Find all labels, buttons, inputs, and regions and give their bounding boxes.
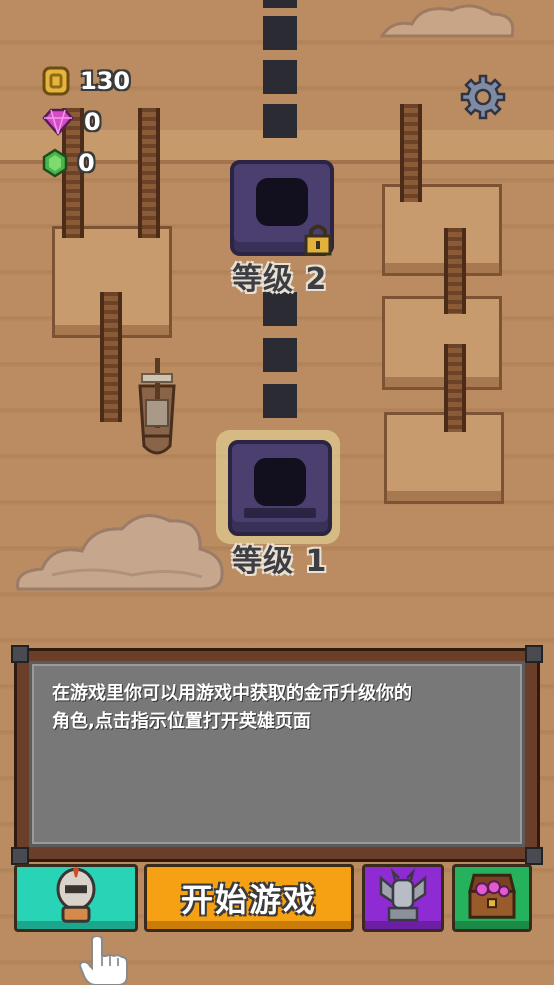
ladder <box>100 292 122 422</box>
treasure-chest-icon <box>468 873 516 919</box>
tutorial-dialog: 在游戏里你可以用游戏中获取的金币升级你的 角色,点击指示位置打开英雄页面 <box>11 645 543 865</box>
ladder <box>138 108 160 238</box>
green-gem-icon <box>42 148 68 178</box>
level-1-node[interactable] <box>228 440 332 536</box>
dialog-corner <box>11 847 29 865</box>
knight-helmet-icon <box>56 867 96 923</box>
pointing-hand-icon <box>78 936 128 985</box>
emerald-count: 0 <box>78 149 95 177</box>
dialog-text-line-1: 在游戏里你可以用游戏中获取的金币升级你的 <box>52 683 412 704</box>
start-game-label: 开始游戏 <box>180 881 317 919</box>
level-1-label: 等级 1 <box>232 544 328 579</box>
path-dash <box>263 60 297 94</box>
level-2-label: 等级 2 <box>232 262 328 297</box>
level-progress-bar <box>244 508 316 518</box>
path-dash <box>263 16 297 50</box>
gear-icon[interactable] <box>460 74 506 120</box>
sand-platform <box>382 296 502 390</box>
coin-count: 130 <box>80 67 131 95</box>
lock-icon <box>304 224 332 256</box>
ladder <box>400 104 422 202</box>
coin-counter: 130 <box>42 66 130 96</box>
ladder <box>444 228 466 314</box>
emerald-counter: 0 <box>42 148 95 178</box>
path-dash <box>263 384 297 418</box>
start-game-button[interactable]: 开始游戏 <box>144 864 354 932</box>
hero-button[interactable] <box>14 864 138 932</box>
shop-button[interactable] <box>452 864 532 932</box>
coin-icon <box>42 66 70 96</box>
level-portal <box>256 178 308 226</box>
gem-count: 0 <box>84 108 101 136</box>
gargoyle-statue-icon <box>379 868 427 922</box>
path-dash <box>263 0 297 8</box>
cloud-top <box>379 4 515 38</box>
gem-counter: 0 <box>42 108 101 136</box>
dialog-panel: 在游戏里你可以用游戏中获取的金币升级你的 角色,点击指示位置打开英雄页面 <box>29 661 525 847</box>
dialog-corner <box>11 645 29 663</box>
path-dash <box>263 104 297 138</box>
statue-button[interactable] <box>362 864 444 932</box>
dialog-text-line-2: 角色,点击指示位置打开英雄页面 <box>52 711 311 732</box>
boat-icon <box>138 358 176 455</box>
dialog-corner <box>525 847 543 865</box>
path-dash <box>263 338 297 372</box>
dialog-corner <box>525 645 543 663</box>
pink-gem-icon <box>42 108 74 136</box>
ladder <box>444 344 466 432</box>
level-portal <box>254 458 306 506</box>
cloud-large <box>16 514 224 591</box>
